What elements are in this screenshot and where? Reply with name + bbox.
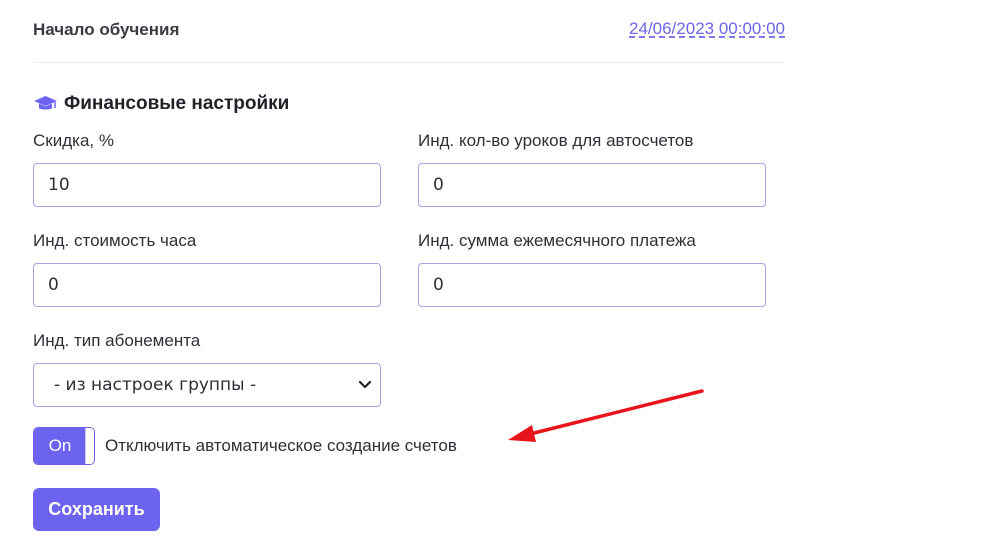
save-button[interactable]: Сохранить: [33, 488, 160, 531]
hour-cost-input[interactable]: [33, 263, 381, 307]
hour-cost-label: Инд. стоимость часа: [33, 231, 197, 250]
auto-invoice-lessons-label: Инд. кол-во уроков для автосчетов: [418, 131, 694, 150]
discount-label: Скидка, %: [33, 131, 114, 150]
disable-auto-invoices-row: On Отключить автоматическое создание сче…: [33, 427, 457, 465]
monthly-payment-label: Инд. сумма ежемесячного платежа: [418, 231, 696, 250]
toggle-on-label: On: [34, 428, 86, 464]
training-start-label: Начало обучения: [33, 20, 180, 39]
finance-settings-heading: Финансовые настройки: [33, 93, 289, 115]
finance-settings-title: Финансовые настройки: [64, 93, 290, 114]
annotation-arrow-icon: [508, 389, 704, 442]
divider: [33, 62, 785, 63]
auto-invoice-lessons-input[interactable]: [418, 163, 766, 207]
chevron-down-icon: [358, 380, 372, 389]
toggle-knob: [85, 428, 94, 464]
subscription-type-label: Инд. тип абонемента: [33, 331, 201, 350]
disable-auto-invoices-label: Отключить автоматическое создание счетов: [105, 436, 457, 455]
training-start-row: Начало обучения 24/06/2023 00:00:00: [33, 18, 785, 42]
discount-input[interactable]: [33, 163, 381, 207]
subscription-type-select[interactable]: - из настроек группы -: [33, 363, 381, 407]
monthly-payment-input[interactable]: [418, 263, 766, 307]
disable-auto-invoices-toggle[interactable]: On: [33, 427, 95, 465]
graduation-cap-icon: [34, 96, 57, 110]
training-start-date-link[interactable]: 24/06/2023 00:00:00: [629, 19, 785, 39]
subscription-type-selected: - из настроек группы -: [54, 375, 257, 395]
